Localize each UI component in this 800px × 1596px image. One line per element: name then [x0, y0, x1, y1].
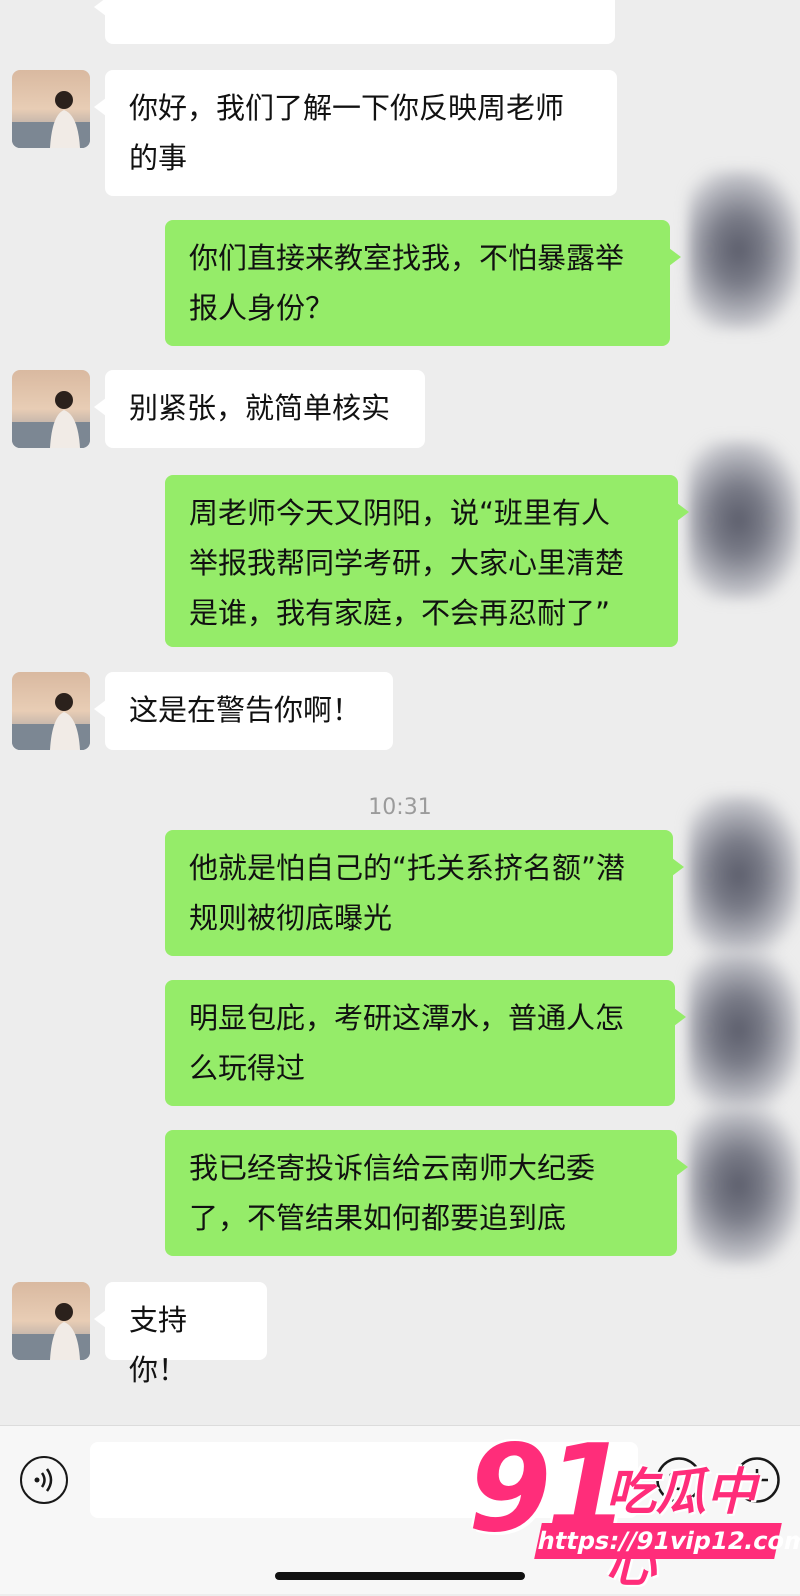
message-bubble[interactable]: 周老师今天又阴阳，说“班里有人 举报我帮同学考研，大家心里清楚 是谁，我有家庭，… — [165, 475, 689, 647]
message-bubble[interactable]: 你们直接来教室找我，不怕暴露举 报人身份？ — [165, 220, 681, 346]
watermark-url: https://91vip12.com — [534, 1523, 800, 1559]
message-bubble[interactable]: 支持你！ — [94, 1282, 267, 1387]
own-avatar-blurred[interactable] — [688, 1105, 800, 1265]
chat-area[interactable]: 你好，我们了解一下你反映周老师 的事 你们直接来教室找我，不怕暴露举 报人身份？… — [0, 0, 800, 1425]
contact-avatar[interactable] — [12, 70, 90, 148]
message-bubble-partial — [94, 0, 615, 44]
contact-avatar[interactable] — [12, 1282, 90, 1360]
message-bubble[interactable]: 我已经寄投诉信给云南师大纪委 了，不管结果如何都要追到底 — [165, 1130, 688, 1256]
message-bubble[interactable]: 你好，我们了解一下你反映周老师 的事 — [94, 70, 617, 196]
watermark-logo: 91 吃瓜中心 https://91vip12.com — [468, 1430, 800, 1594]
message-bubble[interactable]: 别紧张，就简单核实 — [94, 370, 425, 448]
message-timestamp: 10:31 — [368, 795, 432, 820]
contact-avatar[interactable] — [12, 370, 90, 448]
own-avatar-blurred[interactable] — [688, 950, 800, 1110]
message-bubble[interactable]: 明显包庇，考研这潭水，普通人怎 么玩得过 — [165, 980, 686, 1106]
own-avatar-blurred[interactable] — [688, 795, 800, 955]
own-avatar-blurred[interactable] — [688, 440, 800, 600]
voice-icon[interactable] — [20, 1456, 68, 1504]
contact-avatar[interactable] — [12, 672, 90, 750]
message-bubble[interactable]: 他就是怕自己的“托关系挤名额”潜 规则被彻底曝光 — [165, 830, 684, 956]
own-avatar-blurred[interactable] — [688, 170, 800, 330]
home-indicator[interactable] — [275, 1572, 525, 1580]
message-bubble[interactable]: 这是在警告你啊！ — [94, 672, 393, 750]
